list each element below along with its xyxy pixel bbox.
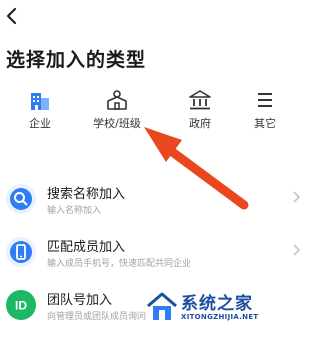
- option-search-name[interactable]: 搜索名称加入 输入名称加入: [0, 180, 307, 232]
- type-enterprise-label: 企业: [29, 117, 51, 130]
- school-icon: [107, 90, 127, 110]
- phone-icon: [10, 241, 32, 263]
- chevron-right-icon: [293, 191, 301, 203]
- option-subtitle: 向管理员或团队成员询问: [47, 312, 147, 322]
- house-logo-icon: [147, 292, 177, 320]
- type-enterprise[interactable]: 企业: [10, 85, 70, 140]
- type-other-label: 其它: [254, 117, 276, 130]
- option-icon-circle: [6, 237, 36, 267]
- type-school-label: 学校/班级: [93, 117, 141, 130]
- search-icon: [10, 188, 32, 210]
- type-government[interactable]: 政府: [170, 85, 230, 140]
- page-title: 选择加入的类型: [6, 49, 147, 71]
- option-title: 匹配成员加入: [47, 240, 126, 255]
- watermark-text: 系统之家: [181, 294, 253, 314]
- option-subtitle: 输入名称加入: [47, 206, 102, 216]
- svg-text:ID: ID: [15, 299, 27, 313]
- option-icon-circle: [6, 184, 36, 214]
- id-badge-icon: ID: [15, 299, 27, 313]
- type-government-label: 政府: [189, 117, 211, 130]
- option-icon-circle: ID: [6, 290, 36, 320]
- menu-icon: [258, 93, 272, 107]
- option-subtitle: 输入成员手机号，快速匹配共同企业: [47, 259, 192, 269]
- option-match-member[interactable]: 匹配成员加入 输入成员手机号，快速匹配共同企业: [0, 233, 307, 285]
- type-other[interactable]: 其它: [235, 85, 295, 140]
- option-title: 搜索名称加入: [47, 187, 126, 202]
- building-icon: [31, 93, 49, 110]
- watermark-url: XITONGZHIJIA.NET: [181, 313, 259, 321]
- chevron-right-icon: [293, 244, 301, 256]
- header-bar: [0, 0, 307, 38]
- option-title: 团队号加入: [47, 293, 113, 308]
- back-arrow-icon[interactable]: [3, 6, 19, 26]
- type-selector: 企业 学校/班级 政府 其它: [0, 85, 307, 145]
- type-school-class[interactable]: 学校/班级: [87, 85, 147, 140]
- watermark-logo: 系统之家 XITONGZHIJIA.NET: [145, 287, 303, 327]
- government-icon: [189, 90, 211, 110]
